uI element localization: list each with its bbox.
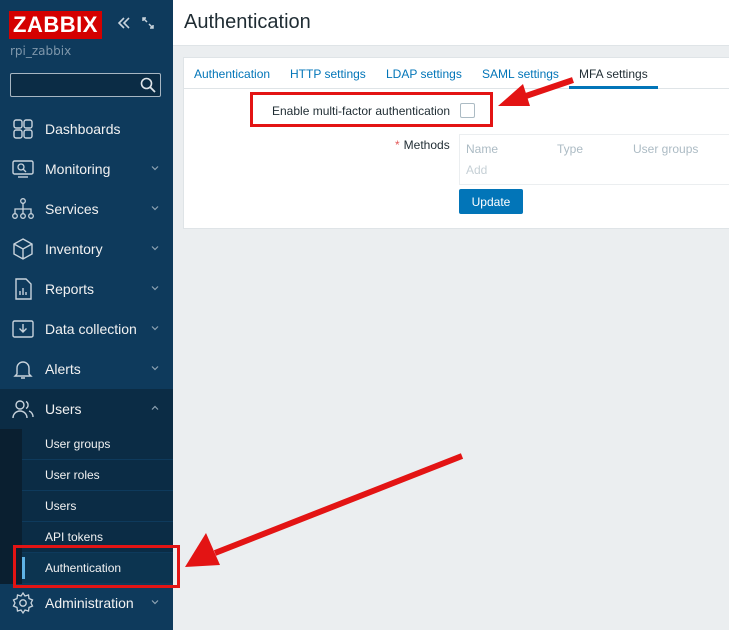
search-input[interactable] <box>10 73 161 97</box>
chevron-down-icon <box>151 286 159 291</box>
menu-label: Users <box>45 401 82 417</box>
column-header-type: Type <box>557 142 584 156</box>
annotation-arrow-authentication <box>185 453 464 567</box>
reports-icon <box>15 278 32 300</box>
methods-label-text: Methods <box>403 138 450 152</box>
menu-item-reports[interactable]: Reports <box>0 269 173 309</box>
kiosk-mode-icon[interactable] <box>140 14 156 32</box>
methods-table: Name Type User groups Add <box>459 134 729 185</box>
column-header-name: Name <box>466 142 499 156</box>
active-tab-indicator <box>569 86 658 89</box>
column-header-user-groups: User groups <box>633 142 699 156</box>
zabbix-logo[interactable]: ZABBIX <box>9 11 102 39</box>
menu-label: Monitoring <box>45 161 111 177</box>
update-button[interactable]: Update <box>459 189 523 214</box>
users-icon <box>12 400 34 419</box>
required-mark: * <box>395 138 400 152</box>
bell-icon <box>13 361 33 379</box>
chevron-down-icon <box>151 166 159 171</box>
tab-http-settings[interactable]: HTTP settings <box>290 67 366 81</box>
methods-label: * Methods <box>395 138 450 152</box>
tab-authentication[interactable]: Authentication <box>194 67 270 81</box>
menu-item-users[interactable]: Users <box>0 389 173 429</box>
menu-item-dashboards[interactable]: Dashboards <box>0 109 173 149</box>
gear-icon <box>12 591 34 615</box>
menu-label: Alerts <box>45 361 81 377</box>
menu-label: Reports <box>45 281 95 297</box>
collapse-sidebar-icon[interactable] <box>116 14 132 32</box>
authentication-form: Authentication HTTP settings LDAP settin… <box>183 57 729 229</box>
menu-label: Data collection <box>45 321 137 337</box>
main-menu: Dashboards Monitoring Services Inventory… <box>0 109 173 429</box>
menu-item-administration[interactable]: Administration <box>0 583 173 623</box>
page-title: Authentication <box>184 11 311 33</box>
menu-item-monitoring[interactable]: Monitoring <box>0 149 173 189</box>
sidebar-controls <box>116 14 156 32</box>
submenu-item-users[interactable]: Users <box>22 491 173 522</box>
chevron-down-icon <box>151 600 159 605</box>
tab-saml-settings[interactable]: SAML settings <box>482 67 559 81</box>
annotation-highlight-mfa <box>250 92 493 127</box>
menu-label: Inventory <box>45 241 103 257</box>
tab-ldap-settings[interactable]: LDAP settings <box>386 67 462 81</box>
server-name: rpi_zabbix <box>10 44 72 58</box>
annotation-highlight-authentication <box>13 545 180 588</box>
chevron-down-icon <box>151 326 159 331</box>
monitoring-icon <box>12 160 34 178</box>
submenu-item-user-groups[interactable]: User groups <box>22 429 173 460</box>
chevron-up-icon <box>151 405 159 410</box>
chevron-down-icon <box>151 246 159 251</box>
services-icon <box>12 198 34 219</box>
submenu-item-user-roles[interactable]: User roles <box>22 460 173 491</box>
tab-mfa-settings[interactable]: MFA settings <box>579 67 648 81</box>
inventory-icon <box>13 238 33 260</box>
menu-item-inventory[interactable]: Inventory <box>0 229 173 269</box>
menu-item-data-collection[interactable]: Data collection <box>0 309 173 349</box>
menu-item-alerts[interactable]: Alerts <box>0 349 173 389</box>
menu-label: Dashboards <box>45 121 121 137</box>
menu-label: Services <box>45 201 99 217</box>
logo-row: ZABBIX <box>9 11 102 39</box>
data-collection-icon <box>12 320 34 338</box>
sidebar: ZABBIX rpi_zabbix Dashboards Monitoring … <box>0 0 173 630</box>
chevron-down-icon <box>151 366 159 371</box>
page-header: Authentication <box>173 0 729 46</box>
tab-bar: Authentication HTTP settings LDAP settin… <box>184 58 729 89</box>
menu-label: Administration <box>45 595 134 611</box>
menu-item-services[interactable]: Services <box>0 189 173 229</box>
chevron-down-icon <box>151 206 159 211</box>
add-method-link[interactable]: Add <box>466 163 487 177</box>
dashboards-icon <box>13 119 33 139</box>
search-icon[interactable] <box>139 76 157 94</box>
